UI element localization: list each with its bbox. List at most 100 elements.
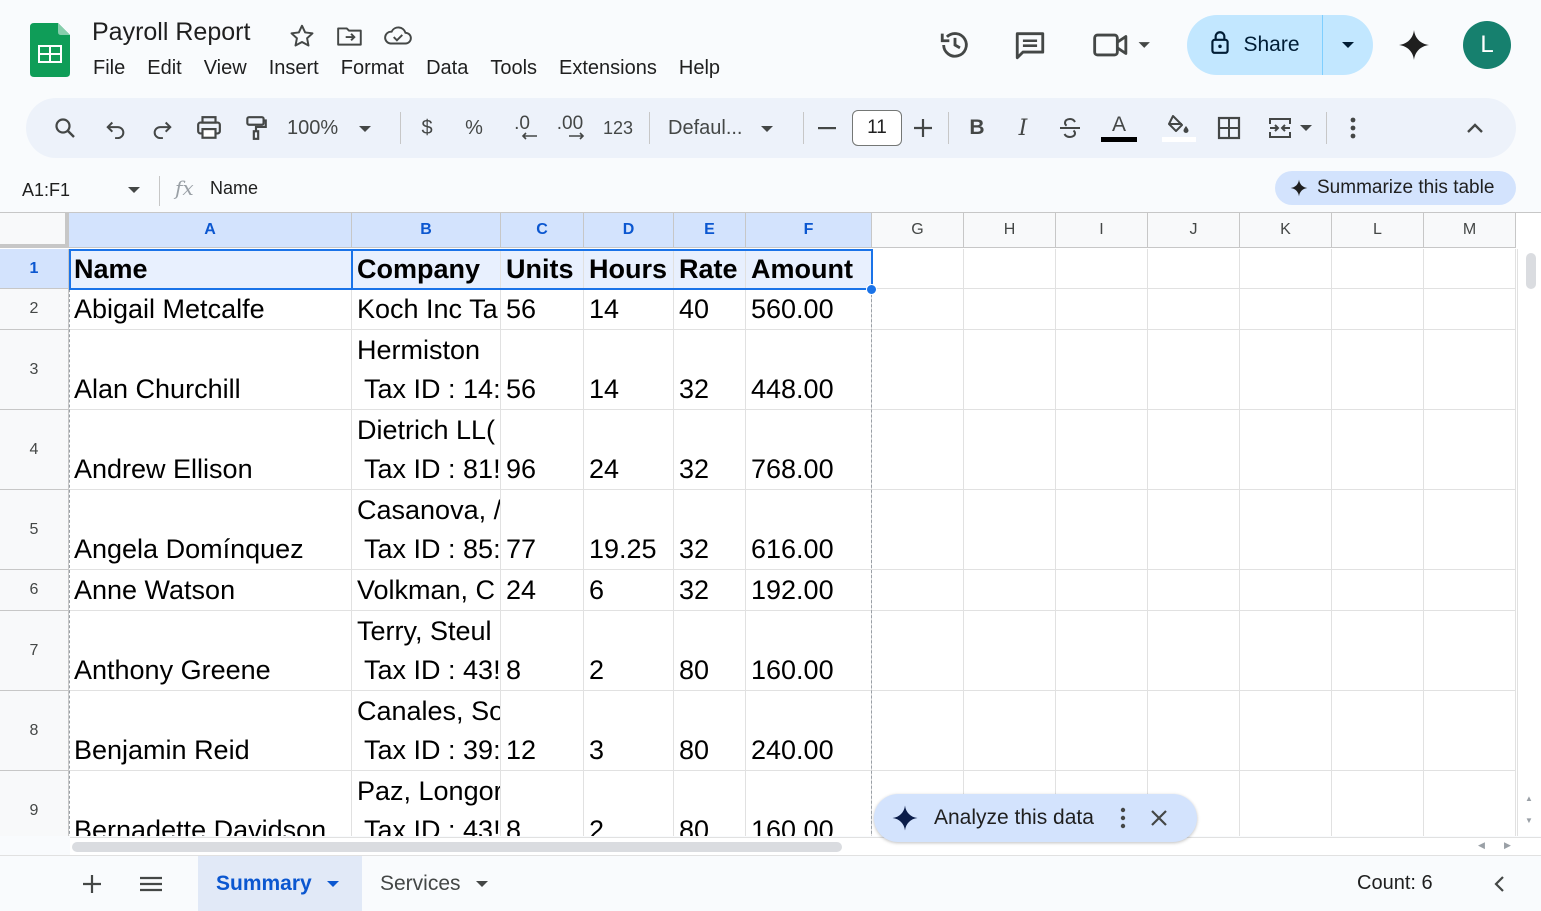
increase-font-size-icon[interactable] <box>909 108 937 148</box>
document-title[interactable]: Payroll Report <box>92 18 250 47</box>
cell-f8[interactable]: 240.00 <box>746 691 872 771</box>
cell-k2[interactable] <box>1240 289 1332 330</box>
borders-icon[interactable] <box>1214 108 1244 148</box>
sheet-tab-services[interactable]: Services <box>362 856 512 911</box>
column-header-e[interactable]: E <box>674 213 746 248</box>
cell-c1[interactable]: Units <box>501 249 584 289</box>
summarize-table-button[interactable]: Summarize this table <box>1275 171 1516 205</box>
cell-b6[interactable]: Volkman, C <box>352 570 501 611</box>
menu-file[interactable]: File <box>82 54 136 82</box>
row-header-5[interactable]: 5 <box>0 490 69 570</box>
bold-button[interactable]: B <box>962 108 992 148</box>
cell-g3[interactable] <box>872 330 964 410</box>
scroll-left-arrow-icon[interactable]: ◀ <box>1478 840 1485 851</box>
cell-j1[interactable] <box>1148 249 1240 289</box>
sheets-logo-icon[interactable] <box>30 23 70 77</box>
cell-k5[interactable] <box>1240 490 1332 570</box>
cell-l6[interactable] <box>1332 570 1424 611</box>
menu-data[interactable]: Data <box>415 54 479 82</box>
select-all-corner[interactable] <box>0 213 69 248</box>
row-header-7[interactable]: 7 <box>0 611 69 691</box>
cell-b2[interactable]: Koch Inc Ta <box>352 289 501 330</box>
cell-g5[interactable] <box>872 490 964 570</box>
print-icon[interactable] <box>193 108 225 148</box>
meet-video-icon[interactable] <box>1091 27 1155 63</box>
more-options-vertical-icon[interactable] <box>1340 108 1366 148</box>
gemini-sparkle-icon[interactable] <box>1396 27 1432 63</box>
cell-k9[interactable] <box>1240 771 1332 836</box>
vertical-scrollbar[interactable]: ▲ ▼ <box>1517 249 1541 836</box>
decrease-decimal-button[interactable]: .0 <box>503 108 541 148</box>
menu-edit[interactable]: Edit <box>136 54 192 82</box>
font-family-select[interactable]: Defaul... <box>668 108 788 148</box>
fill-color-icon[interactable] <box>1161 108 1197 148</box>
menu-insert[interactable]: Insert <box>258 54 330 82</box>
cell-l4[interactable] <box>1332 410 1424 490</box>
menu-help[interactable]: Help <box>668 54 731 82</box>
decrease-font-size-icon[interactable] <box>813 108 841 148</box>
cell-i1[interactable] <box>1056 249 1148 289</box>
cell-a4[interactable]: Andrew Ellison <box>69 410 352 490</box>
cell-a8[interactable]: Benjamin Reid <box>69 691 352 771</box>
cell-f6[interactable]: 192.00 <box>746 570 872 611</box>
cell-l1[interactable] <box>1332 249 1424 289</box>
cell-c6[interactable]: 24 <box>501 570 584 611</box>
row-header-6[interactable]: 6 <box>0 570 69 611</box>
increase-decimal-button[interactable]: .00 <box>551 108 589 148</box>
cell-d3[interactable]: 14 <box>584 330 674 410</box>
row-header-1[interactable]: 1 <box>0 249 69 289</box>
cell-b3[interactable]: Hermiston Tax ID : 14: <box>352 330 501 410</box>
cell-j5[interactable] <box>1148 490 1240 570</box>
cell-l3[interactable] <box>1332 330 1424 410</box>
undo-icon[interactable] <box>101 108 131 148</box>
analyze-close-icon[interactable] <box>1150 809 1168 827</box>
column-header-l[interactable]: L <box>1332 213 1424 248</box>
cell-i6[interactable] <box>1056 570 1148 611</box>
star-icon[interactable] <box>287 21 317 51</box>
zoom-select[interactable]: 100% <box>287 108 387 148</box>
cell-l5[interactable] <box>1332 490 1424 570</box>
menu-extensions[interactable]: Extensions <box>548 54 668 82</box>
cell-k7[interactable] <box>1240 611 1332 691</box>
cell-a5[interactable]: Angela Domínquez <box>69 490 352 570</box>
side-panel-chevron-left-icon[interactable] <box>1486 864 1512 904</box>
cell-a2[interactable]: Abigail Metcalfe <box>69 289 352 330</box>
spreadsheet-grid[interactable]: A B C D E F G H I J K L M 1 2 3 4 5 6 7 8 9 Name Company Units Ho… <box>0 212 1541 836</box>
cell-b5[interactable]: Casanova, / Tax ID : 85: <box>352 490 501 570</box>
cell-d2[interactable]: 14 <box>584 289 674 330</box>
cloud-saved-icon[interactable] <box>383 21 413 51</box>
cell-c3[interactable]: 56 <box>501 330 584 410</box>
cell-l7[interactable] <box>1332 611 1424 691</box>
menu-view[interactable]: View <box>193 54 258 82</box>
cell-i8[interactable] <box>1056 691 1148 771</box>
cell-a3[interactable]: Alan Churchill <box>69 330 352 410</box>
column-header-g[interactable]: G <box>872 213 964 248</box>
cell-k3[interactable] <box>1240 330 1332 410</box>
cell-m1[interactable] <box>1424 249 1516 289</box>
more-formats-button[interactable]: 123 <box>600 108 636 148</box>
italic-button[interactable]: I <box>1008 108 1038 148</box>
cell-f5[interactable]: 616.00 <box>746 490 872 570</box>
cell-e1[interactable]: Rate <box>674 249 746 289</box>
cell-d7[interactable]: 2 <box>584 611 674 691</box>
column-header-f[interactable]: F <box>746 213 872 248</box>
cell-l9[interactable] <box>1332 771 1424 836</box>
row-header-4[interactable]: 4 <box>0 410 69 490</box>
cell-m3[interactable] <box>1424 330 1516 410</box>
cell-e3[interactable]: 32 <box>674 330 746 410</box>
cell-d4[interactable]: 24 <box>584 410 674 490</box>
column-header-k[interactable]: K <box>1240 213 1332 248</box>
row-header-9[interactable]: 9 <box>0 771 69 836</box>
cell-g6[interactable] <box>872 570 964 611</box>
column-header-j[interactable]: J <box>1148 213 1240 248</box>
cell-i2[interactable] <box>1056 289 1148 330</box>
cell-i4[interactable] <box>1056 410 1148 490</box>
format-currency-button[interactable]: $ <box>412 108 442 148</box>
version-history-icon[interactable] <box>937 27 973 63</box>
column-header-i[interactable]: I <box>1056 213 1148 248</box>
cell-h6[interactable] <box>964 570 1056 611</box>
cell-f4[interactable]: 768.00 <box>746 410 872 490</box>
cell-c8[interactable]: 12 <box>501 691 584 771</box>
cell-c9[interactable]: 8 <box>501 771 584 836</box>
cell-g7[interactable] <box>872 611 964 691</box>
